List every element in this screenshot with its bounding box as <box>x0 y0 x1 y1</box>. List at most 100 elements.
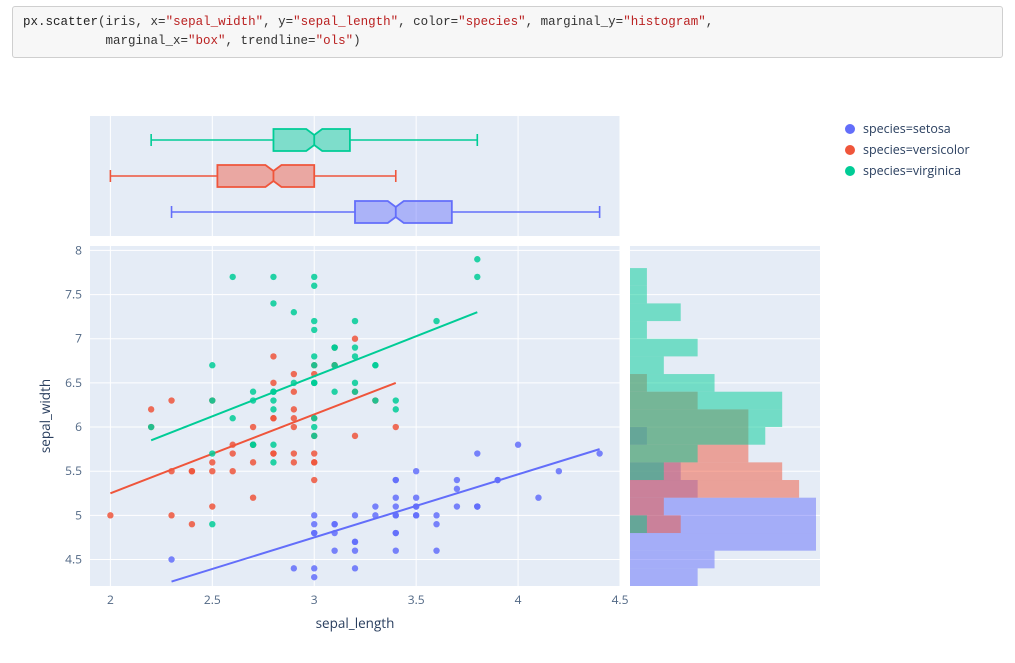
scatter-point[interactable] <box>209 450 215 456</box>
scatter-point[interactable] <box>474 503 480 509</box>
scatter-point[interactable] <box>270 442 276 448</box>
scatter-point[interactable] <box>352 336 358 342</box>
scatter-point[interactable] <box>250 442 256 448</box>
scatter-point[interactable] <box>270 415 276 421</box>
scatter-point[interactable] <box>311 353 317 359</box>
scatter-point[interactable] <box>393 530 399 536</box>
marginal-x-panel[interactable] <box>90 116 620 236</box>
scatter-point[interactable] <box>311 565 317 571</box>
scatter-point[interactable] <box>168 556 174 562</box>
scatter-point[interactable] <box>107 512 113 518</box>
legend[interactable]: species=setosa species=versicolor species=… <box>845 120 970 183</box>
scatter-point[interactable] <box>209 362 215 368</box>
scatter-point[interactable] <box>352 344 358 350</box>
scatter-point[interactable] <box>311 574 317 580</box>
legend-item[interactable]: species=setosa <box>845 120 970 137</box>
scatter-point[interactable] <box>393 477 399 483</box>
scatter-point[interactable] <box>311 459 317 465</box>
histogram-bar[interactable] <box>630 321 647 339</box>
histogram-bar[interactable] <box>630 515 647 533</box>
histogram-bar[interactable] <box>630 533 816 551</box>
scatter-point[interactable] <box>270 300 276 306</box>
scatter-point[interactable] <box>250 459 256 465</box>
scatter-point[interactable] <box>311 362 317 368</box>
scatter-point[interactable] <box>311 318 317 324</box>
scatter-point[interactable] <box>270 380 276 386</box>
histogram-bar[interactable] <box>630 551 715 569</box>
scatter-point[interactable] <box>393 424 399 430</box>
scatter-point[interactable] <box>311 433 317 439</box>
scatter-point[interactable] <box>291 371 297 377</box>
scatter-point[interactable] <box>413 494 419 500</box>
scatter-point[interactable] <box>474 256 480 262</box>
boxplot[interactable] <box>172 201 600 223</box>
scatter-point[interactable] <box>352 433 358 439</box>
scatter-point[interactable] <box>270 406 276 412</box>
legend-item[interactable]: species=virginica <box>845 162 970 179</box>
scatter-panel[interactable] <box>90 246 620 586</box>
scatter-point[interactable] <box>148 406 154 412</box>
scatter-point[interactable] <box>311 530 317 536</box>
scatter-point[interactable] <box>433 512 439 518</box>
scatter-point[interactable] <box>291 309 297 315</box>
scatter-point[interactable] <box>311 477 317 483</box>
scatter-point[interactable] <box>148 424 154 430</box>
scatter-point[interactable] <box>291 450 297 456</box>
scatter-point[interactable] <box>311 450 317 456</box>
scatter-point[interactable] <box>556 468 562 474</box>
scatter-point[interactable] <box>229 274 235 280</box>
scatter-point[interactable] <box>311 512 317 518</box>
scatter-point[interactable] <box>311 380 317 386</box>
scatter-point[interactable] <box>209 397 215 403</box>
scatter-point[interactable] <box>270 459 276 465</box>
scatter-point[interactable] <box>270 450 276 456</box>
scatter-point[interactable] <box>250 494 256 500</box>
scatter-series[interactable] <box>107 336 399 528</box>
scatter-point[interactable] <box>454 486 460 492</box>
scatter-point[interactable] <box>413 468 419 474</box>
scatter-point[interactable] <box>189 468 195 474</box>
histogram-bar[interactable] <box>630 568 698 586</box>
scatter-point[interactable] <box>352 547 358 553</box>
scatter-point[interactable] <box>270 353 276 359</box>
plotly-figure[interactable]: 22.533.544.54.555.566.577.58sepal_length… <box>30 110 990 645</box>
scatter-point[interactable] <box>372 362 378 368</box>
histogram-bar[interactable] <box>630 339 698 357</box>
scatter-point[interactable] <box>474 450 480 456</box>
histogram-bar[interactable] <box>630 498 664 516</box>
scatter-point[interactable] <box>372 397 378 403</box>
scatter-point[interactable] <box>331 547 337 553</box>
scatter-point[interactable] <box>515 442 521 448</box>
scatter-point[interactable] <box>393 494 399 500</box>
scatter-point[interactable] <box>168 397 174 403</box>
scatter-point[interactable] <box>229 450 235 456</box>
scatter-point[interactable] <box>352 565 358 571</box>
scatter-point[interactable] <box>291 459 297 465</box>
scatter-point[interactable] <box>270 274 276 280</box>
histogram-bar[interactable] <box>630 462 664 480</box>
scatter-point[interactable] <box>189 521 195 527</box>
histogram-bar[interactable] <box>630 409 782 427</box>
scatter-point[interactable] <box>229 468 235 474</box>
scatter-point[interactable] <box>311 415 317 421</box>
scatter-point[interactable] <box>596 450 602 456</box>
scatter-point[interactable] <box>535 494 541 500</box>
histogram-bar[interactable] <box>630 374 715 392</box>
scatter-point[interactable] <box>413 512 419 518</box>
scatter-point[interactable] <box>433 547 439 553</box>
scatter-point[interactable] <box>454 503 460 509</box>
scatter-point[interactable] <box>454 477 460 483</box>
histogram-bar[interactable] <box>630 286 647 304</box>
scatter-point[interactable] <box>291 424 297 430</box>
histogram-bar[interactable] <box>630 268 647 286</box>
scatter-point[interactable] <box>209 503 215 509</box>
scatter-point[interactable] <box>291 389 297 395</box>
scatter-point[interactable] <box>393 547 399 553</box>
scatter-point[interactable] <box>393 406 399 412</box>
legend-item[interactable]: species=versicolor <box>845 141 970 158</box>
scatter-point[interactable] <box>209 468 215 474</box>
scatter-point[interactable] <box>209 521 215 527</box>
scatter-point[interactable] <box>433 521 439 527</box>
scatter-point[interactable] <box>250 389 256 395</box>
scatter-point[interactable] <box>168 512 174 518</box>
